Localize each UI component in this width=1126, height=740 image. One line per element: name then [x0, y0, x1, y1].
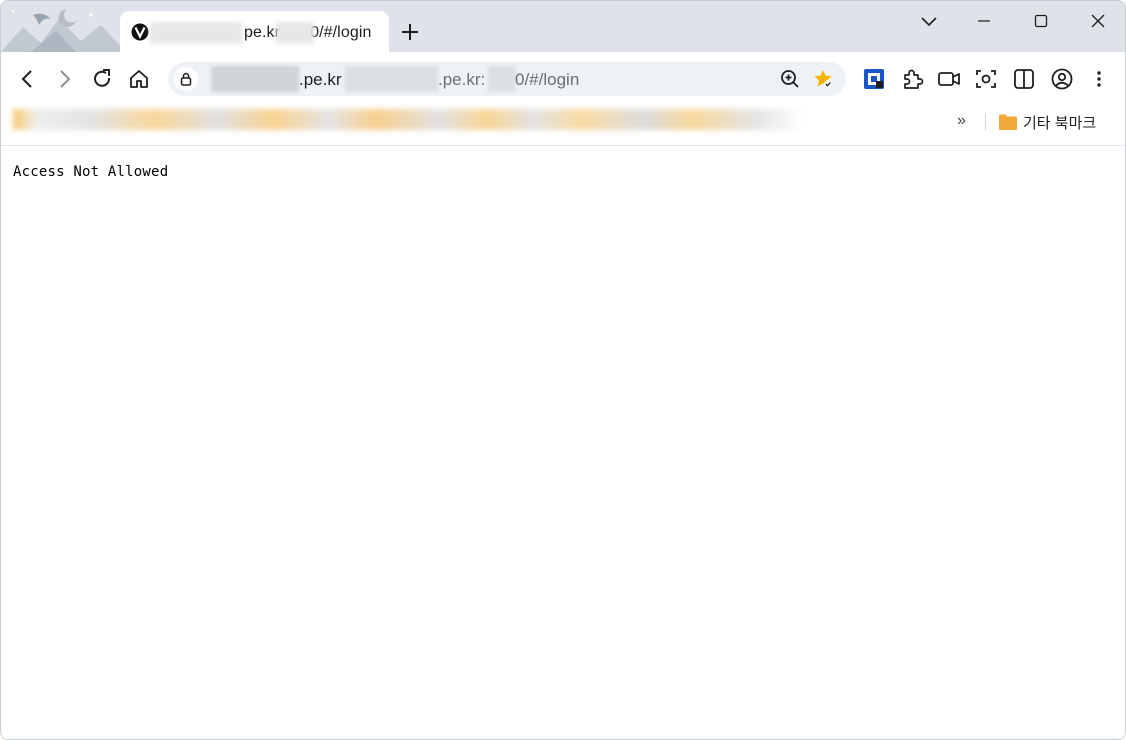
profile-icon[interactable] [1049, 66, 1075, 92]
access-denied-message: Access Not Allowed [13, 164, 169, 180]
url-redaction-1 [211, 66, 299, 92]
reload-icon[interactable] [89, 66, 115, 92]
tab-search-chevron-icon[interactable] [917, 9, 941, 33]
plus-icon[interactable] [399, 21, 421, 43]
maximize-icon[interactable] [1029, 9, 1053, 33]
tab-title-redaction [150, 22, 242, 44]
extension-badge-icon[interactable] [861, 66, 887, 92]
url-port: .pe.kr: [438, 70, 486, 89]
address-bar[interactable]: .pe.kr .pe.kr: 0/#/login [168, 62, 846, 96]
puzzle-icon[interactable] [899, 66, 925, 92]
screenshot-icon[interactable] [973, 66, 999, 92]
tab-title-redaction-2 [276, 22, 314, 44]
url-path: 0/#/login [515, 70, 580, 89]
home-icon[interactable] [126, 66, 152, 92]
bookmarks-overflow-button[interactable]: » [957, 112, 966, 130]
url-host: .pe.kr [299, 70, 342, 89]
close-icon[interactable] [1086, 9, 1110, 33]
url-redaction-2 [345, 66, 438, 92]
other-bookmarks-folder[interactable]: 기타 북마크 [1023, 112, 1096, 133]
url-redaction-3 [488, 66, 516, 92]
minimize-icon[interactable] [972, 9, 996, 33]
page-content: Access Not Allowed [1, 146, 1125, 739]
back-icon[interactable] [15, 66, 41, 92]
site-info-button[interactable] [174, 67, 198, 91]
menu-icon[interactable] [1086, 66, 1112, 92]
zoom-icon[interactable] [778, 67, 802, 91]
folder-icon[interactable] [998, 113, 1018, 131]
browser-window: pe.kr 0/#/login .pe.kr .pe.kr: 0/#/login… [0, 0, 1126, 740]
site-favicon-icon [131, 23, 149, 41]
lock-icon [180, 72, 192, 86]
bookmarks-divider [985, 113, 986, 131]
theme-artwork-icon [1, 9, 126, 52]
browser-toolbar: .pe.kr .pe.kr: 0/#/login [1, 52, 1125, 106]
tab-strip: pe.kr 0/#/login [1, 1, 1125, 52]
active-tab[interactable]: pe.kr 0/#/login [120, 11, 389, 52]
video-icon[interactable] [936, 66, 962, 92]
bookmark-star-icon[interactable] [811, 67, 835, 91]
bookmarks-redaction [13, 109, 803, 130]
forward-icon[interactable] [51, 66, 77, 92]
split-view-icon[interactable] [1011, 66, 1037, 92]
bookmarks-bar: » 기타 북마크 [1, 106, 1125, 146]
